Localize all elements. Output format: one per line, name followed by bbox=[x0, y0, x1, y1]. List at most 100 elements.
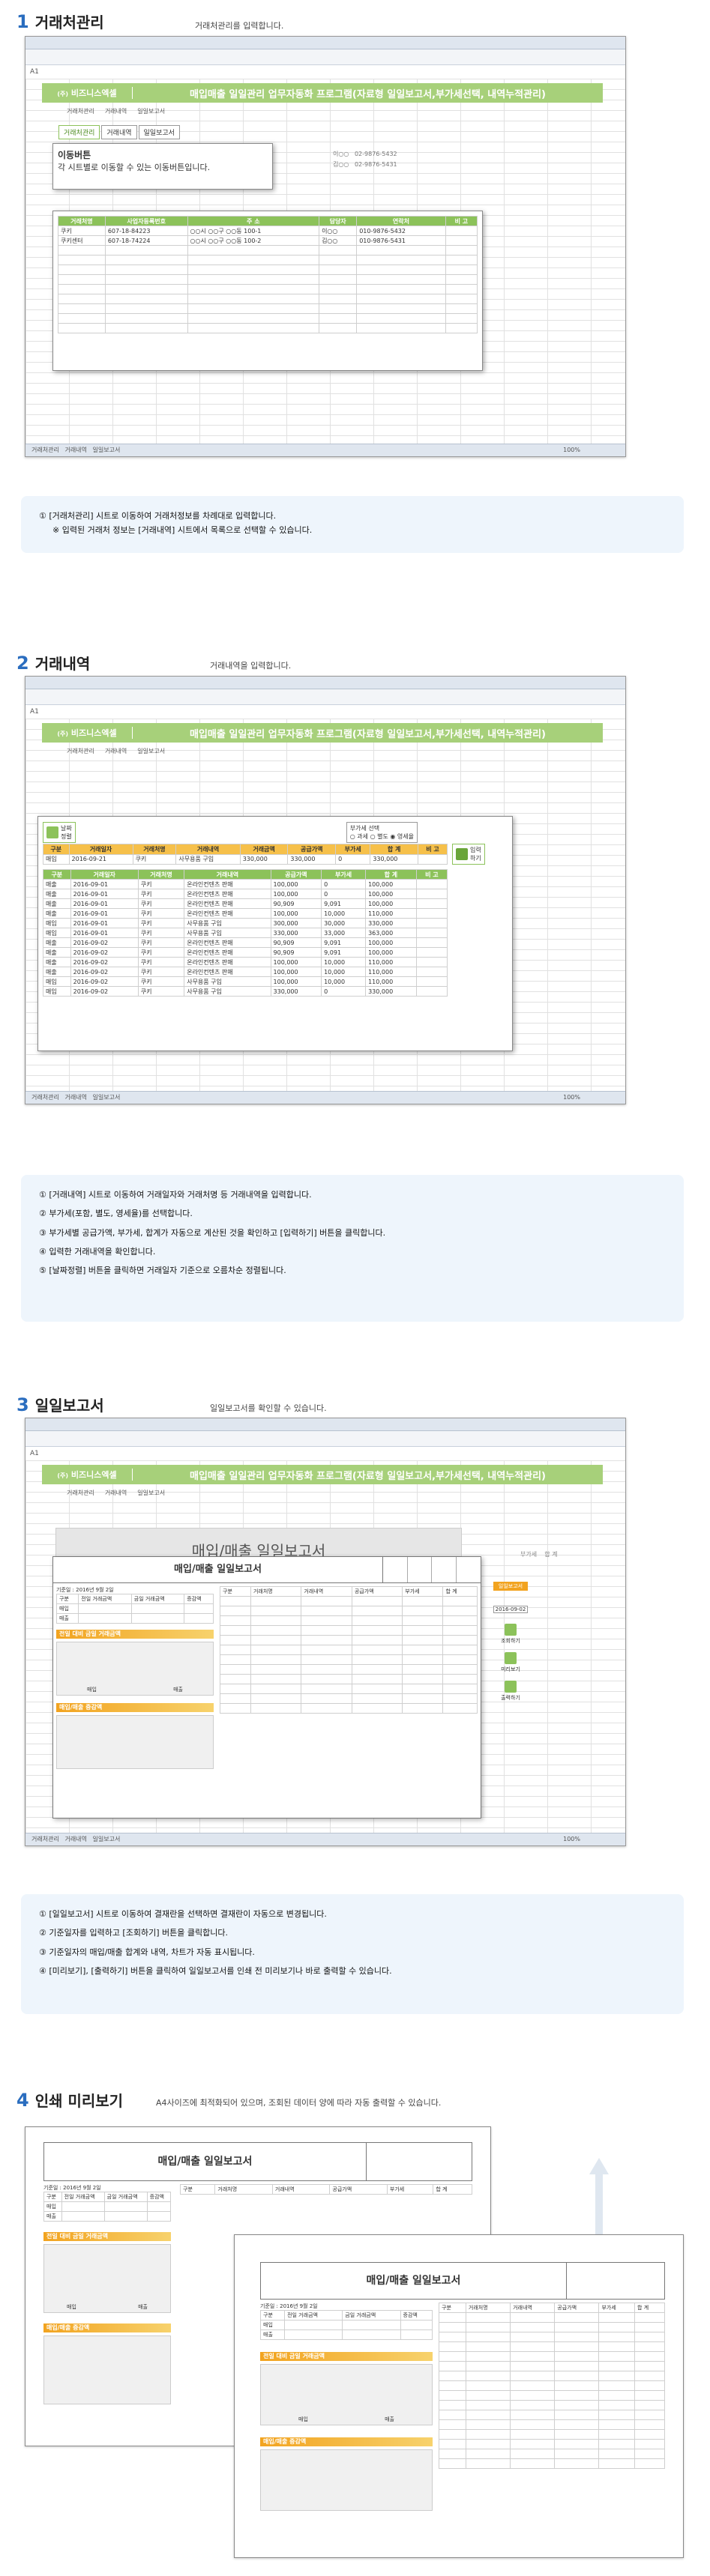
sheet-tab[interactable]: 거래처관리 bbox=[31, 1836, 59, 1842]
nav-link-transactions[interactable]: 거래내역 bbox=[105, 747, 127, 755]
print-button[interactable]: 출력하기 bbox=[493, 1681, 528, 1702]
table-row: 매출 2016-09-01 쿠키 온라인컨텐츠 판매 90,909 9,091 100,00… bbox=[43, 898, 448, 909]
preview-icon bbox=[505, 1652, 517, 1664]
sheet-tab[interactable]: 거래처관리 bbox=[31, 447, 59, 453]
preview-button[interactable]: 미리보기 bbox=[493, 1652, 528, 1673]
cell-ref[interactable]: A1 bbox=[30, 1450, 39, 1457]
radio-tax-separate[interactable]: ○ 별도 bbox=[370, 833, 388, 840]
instruction-box-3: ① [일일보고서] 시트로 이동하여 결재란을 선택하면 결재란이 자동으로 변… bbox=[21, 1894, 684, 2014]
excel-window-1: A1 (주) 비즈니스엑셀 매입매출 일일관리 업무자동화 프로그램(자료형 일… bbox=[25, 36, 626, 457]
table-row: 매입 2016-09-01 쿠키 사무용품 구입 330,000 33,000 363,00… bbox=[43, 928, 448, 938]
zoom-level[interactable]: 100% bbox=[563, 444, 580, 456]
comparison-chart: 매입 매출 bbox=[43, 2244, 171, 2313]
base-date-input[interactable]: 2016-09-02 bbox=[493, 1606, 528, 1613]
base-date: 기준일 : 2016년 9월 2일 bbox=[56, 1587, 114, 1593]
sheet-grid: (주) 비즈니스엑셀 매입매출 일일관리 업무자동화 프로그램(자료형 일일보고… bbox=[25, 719, 625, 1092]
background-cells: 이○○ 02-9876-5432 김○○ 02-9876-5431 bbox=[333, 151, 397, 168]
nav-link-transactions[interactable]: 거래내역 bbox=[105, 107, 127, 115]
tab-daily-report[interactable]: 일일보고서 bbox=[138, 125, 180, 139]
tab-transactions[interactable]: 거래내역 bbox=[101, 125, 137, 139]
section-heading: 일일보고서 bbox=[34, 1397, 104, 1415]
tab-accounts[interactable]: 거래처관리 bbox=[58, 125, 100, 139]
section-4-title: 4 인쇄 미리보기 bbox=[16, 2089, 123, 2111]
detail-table: 구분 거래처명 거래내역 공급가액 부가세 합 계 bbox=[179, 2184, 472, 2195]
status-bar: 거래처관리 거래내역 일일보고서 100% bbox=[25, 1091, 625, 1104]
sheet-tab[interactable]: 거래내역 bbox=[64, 1836, 86, 1842]
sheet-grid: (주) 비즈니스엑셀 매입매출 일일관리 업무자동화 프로그램(자료형 일일보고… bbox=[25, 79, 625, 444]
table-row: 매출 2016-09-02 쿠키 온라인컨텐츠 판매 90,909 9,091 100,00… bbox=[43, 937, 448, 948]
instruction-line: ① [거래내역] 시트로 이동하여 거래일자와 거래처명 등 거래내역을 입력합… bbox=[39, 1190, 312, 1200]
table-row: 매출 2016-09-01 쿠키 온라인컨텐츠 판매 100,000 10,000 110,… bbox=[43, 908, 448, 919]
col-header: 담당자 bbox=[319, 216, 358, 226]
nav-link-accounts[interactable]: 거래처관리 bbox=[67, 107, 94, 115]
window-titlebar bbox=[25, 1418, 625, 1431]
section-description: 거래처관리를 입력합니다. bbox=[195, 21, 284, 31]
input-toolbar: 날짜 정렬 부가세 선택 ○ 과세 ○ 별도 ◉ 영세율 bbox=[43, 821, 508, 844]
program-banner: (주) 비즈니스엑셀 매입매출 일일관리 업무자동화 프로그램(자료형 일일보고… bbox=[42, 1465, 603, 1484]
nav-link-transactions[interactable]: 거래내역 bbox=[105, 1489, 127, 1497]
base-date: 기준일 : 2016년 9월 2일 bbox=[43, 2185, 101, 2191]
section-heading: 거래내역 bbox=[34, 655, 91, 673]
zoom-level[interactable]: 100% bbox=[563, 1092, 580, 1104]
col-header: 비 고 bbox=[445, 216, 478, 226]
accounts-table-panel: 거래처명 사업자등록번호 주 소 담당자 연락처 비 고 쿠키 607-18-84… bbox=[52, 211, 483, 371]
input-button[interactable]: 입력 하기 bbox=[452, 844, 485, 865]
transaction-input-panel: 날짜 정렬 부가세 선택 ○ 과세 ○ 별도 ◉ 영세율 구분 거래일자 거래처명 거… bbox=[37, 816, 513, 1051]
sort-by-date-button[interactable]: 날짜 정렬 bbox=[43, 822, 76, 843]
cell-ref[interactable]: A1 bbox=[30, 68, 39, 76]
chart-title-compare: 전일 대비 금일 거래금액 bbox=[260, 2352, 433, 2361]
nav-link-accounts[interactable]: 거래처관리 bbox=[67, 747, 94, 755]
col-header: 주 소 bbox=[187, 216, 320, 226]
sheet-tab[interactable]: 거래내역 bbox=[64, 1094, 86, 1101]
status-bar: 거래처관리 거래내역 일일보고서 100% bbox=[25, 444, 625, 456]
brand-logo: (주) 비즈니스엑셀 bbox=[42, 1469, 133, 1481]
instruction-line: ④ 입력한 거래내역을 확인합니다. bbox=[39, 1246, 156, 1257]
report-title: 매입/매출 일일보고서 bbox=[157, 2156, 253, 2168]
sheet-tab[interactable]: 일일보고서 bbox=[93, 447, 121, 453]
sheet-tab[interactable]: 거래내역 bbox=[64, 447, 86, 453]
section-number: 2 bbox=[16, 653, 29, 674]
radio-zero-rated[interactable]: ◉ 영세율 bbox=[390, 833, 414, 840]
approval-box[interactable] bbox=[382, 1557, 481, 1582]
printer-icon bbox=[505, 1681, 517, 1693]
chart-title-change: 매입/매출 증감액 bbox=[43, 2323, 171, 2332]
search-icon bbox=[505, 1624, 517, 1636]
table-row: 매출 2016-09-01 쿠키 온라인컨텐츠 판매 100,000 0 100,000 bbox=[43, 879, 448, 889]
input-table: 구분 거래일자 거래처명 거래내역 거래금액 공급가액 부가세 합 계비 고 매입 2016-0… bbox=[43, 844, 448, 865]
sheet-tab[interactable]: 일일보고서 bbox=[93, 1836, 121, 1842]
program-title: 매입매출 일일관리 업무자동화 프로그램(자료형 일일보고서,부가세선택, 내역… bbox=[190, 1470, 546, 1482]
instruction-line: ② 기준일자를 입력하고 [조회하기] 버튼을 클릭합니다. bbox=[39, 1928, 228, 1938]
instruction-line: ④ [미리보기], [출력하기] 버튼을 클릭하여 일일보고서를 인쇄 전 미리… bbox=[39, 1965, 392, 1976]
formula-bar: A1 bbox=[25, 1447, 625, 1461]
input-row: 매입 2016-09-21 쿠키 사무용품 구입 330,000 330,000 0 330,… bbox=[43, 853, 448, 865]
background-columns: 부가세 합 계 bbox=[520, 1551, 558, 1558]
instruction-line: ③ 부가세별 공급가액, 부가세, 합계가 자동으로 계산된 것을 확인하고 [… bbox=[39, 1227, 386, 1238]
nav-link-daily[interactable]: 일일보고서 bbox=[137, 747, 165, 755]
nav-link-daily[interactable]: 일일보고서 bbox=[137, 107, 165, 115]
approval-select[interactable]: 일일보고서 bbox=[493, 1582, 528, 1591]
table-row: 매출 2016-09-01 쿠키 온라인컨텐츠 판매 100,000 0 100,000 bbox=[43, 889, 448, 899]
sheet-tab[interactable]: 거래처관리 bbox=[31, 1094, 59, 1101]
col-header: 연락처 bbox=[356, 216, 446, 226]
section-1-title: 1 거래처관리 bbox=[16, 10, 104, 32]
radio-tax-included[interactable]: ○ 과세 bbox=[350, 833, 368, 840]
search-button[interactable]: 조회하기 bbox=[493, 1624, 528, 1645]
instruction-box-2: ① [거래내역] 시트로 이동하여 거래일자와 거래처명 등 거래내역을 입력합… bbox=[21, 1175, 684, 1322]
instruction-line: ② 부가세(포함, 별도, 영세율)를 선택합니다. bbox=[39, 1209, 193, 1219]
chart-title-change: 매입/매출 증감액 bbox=[56, 1703, 214, 1712]
summary-table: 구분 전일 거래금액 금일 거래금액 증감액 매입 매출 bbox=[55, 1594, 214, 1624]
formula-bar: A1 bbox=[25, 65, 625, 79]
zoom-level[interactable]: 100% bbox=[563, 1833, 580, 1845]
nav-link-accounts[interactable]: 거래처관리 bbox=[67, 1489, 94, 1497]
table-row: 매출 2016-09-02 쿠키 온라인컨텐츠 판매 100,000 10,000 110,… bbox=[43, 957, 448, 967]
summary-table: 구분 전일 거래금액 금일 거래금액 증감액 매입 매출 bbox=[43, 2192, 172, 2222]
nav-link-daily[interactable]: 일일보고서 bbox=[137, 1489, 165, 1497]
instruction-line: ⑤ [날짜정렬] 버튼을 클릭하면 거래일자 기준으로 오름차순 정렬됩니다. bbox=[39, 1266, 286, 1276]
section-number: 3 bbox=[16, 1394, 29, 1415]
sheet-tab[interactable]: 일일보고서 bbox=[93, 1094, 121, 1101]
cell-ref[interactable]: A1 bbox=[30, 708, 39, 716]
instruction-box-1: ① [거래처관리] 시트로 이동하여 거래처정보를 차례대로 입력합니다. ※ … bbox=[21, 496, 684, 553]
report-title: 매입/매출 일일보고서 bbox=[174, 1564, 262, 1575]
chart-title-compare: 전일 대비 금일 거래금액 bbox=[56, 1630, 214, 1639]
ribbon bbox=[25, 1431, 625, 1447]
